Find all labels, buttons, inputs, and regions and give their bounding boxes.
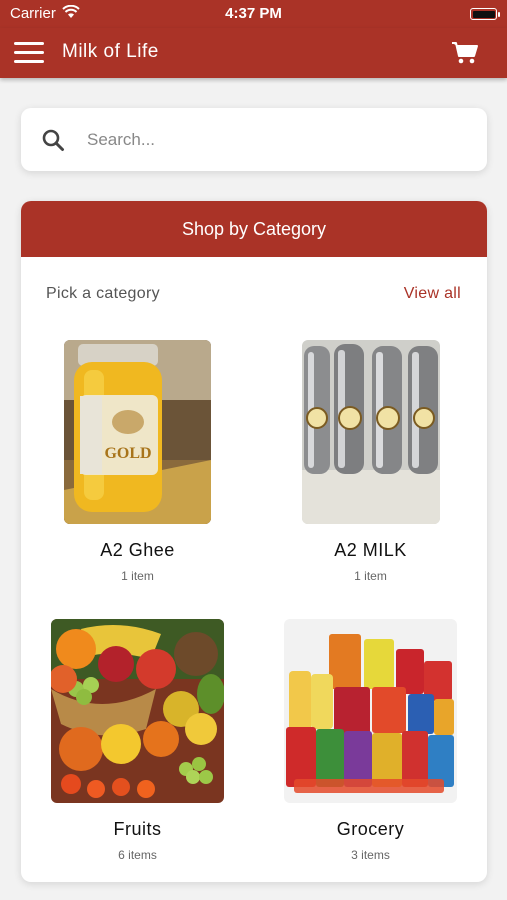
category-name: A2 MILK [334,540,407,560]
status-bar: Carrier 4:37 PM [0,0,507,28]
cart-icon[interactable] [451,41,479,65]
category-count: 3 items [351,848,390,862]
search-icon [42,129,64,151]
category-card: Shop by Category Pick a category View al… [21,201,487,882]
category-count: 1 item [121,569,154,583]
category-tile-a2-ghee[interactable]: GOLD A2 Ghee 1 item [21,340,254,583]
view-all-link[interactable]: View all [404,285,461,303]
category-subtitle: Pick a category [46,285,160,302]
app-title: Milk of Life [62,41,159,62]
category-tile-fruits[interactable]: Fruits 6 items [21,619,254,862]
category-count: 1 item [354,569,387,583]
clock: 4:37 PM [225,5,282,22]
app-bar: Milk of Life [0,28,507,78]
category-count: 6 items [118,848,157,862]
category-header: Shop by Category [21,201,487,257]
battery-icon [470,8,500,20]
steel-bottles-image [301,340,440,524]
search-input[interactable] [87,126,457,154]
fruit-basket-image [51,619,224,803]
grocery-products-image [284,619,457,803]
category-name: Fruits [113,819,162,839]
category-name: A2 Ghee [100,540,175,560]
category-tile-a2-milk[interactable]: A2 MILK 1 item [254,340,487,583]
category-tile-grocery[interactable]: Grocery 3 items [254,619,487,862]
svg-text:GOLD: GOLD [104,445,151,462]
ghee-jar-image: GOLD [64,340,211,524]
hamburger-menu-icon[interactable] [14,42,46,64]
category-name: Grocery [336,819,405,839]
search-bar [21,108,487,171]
